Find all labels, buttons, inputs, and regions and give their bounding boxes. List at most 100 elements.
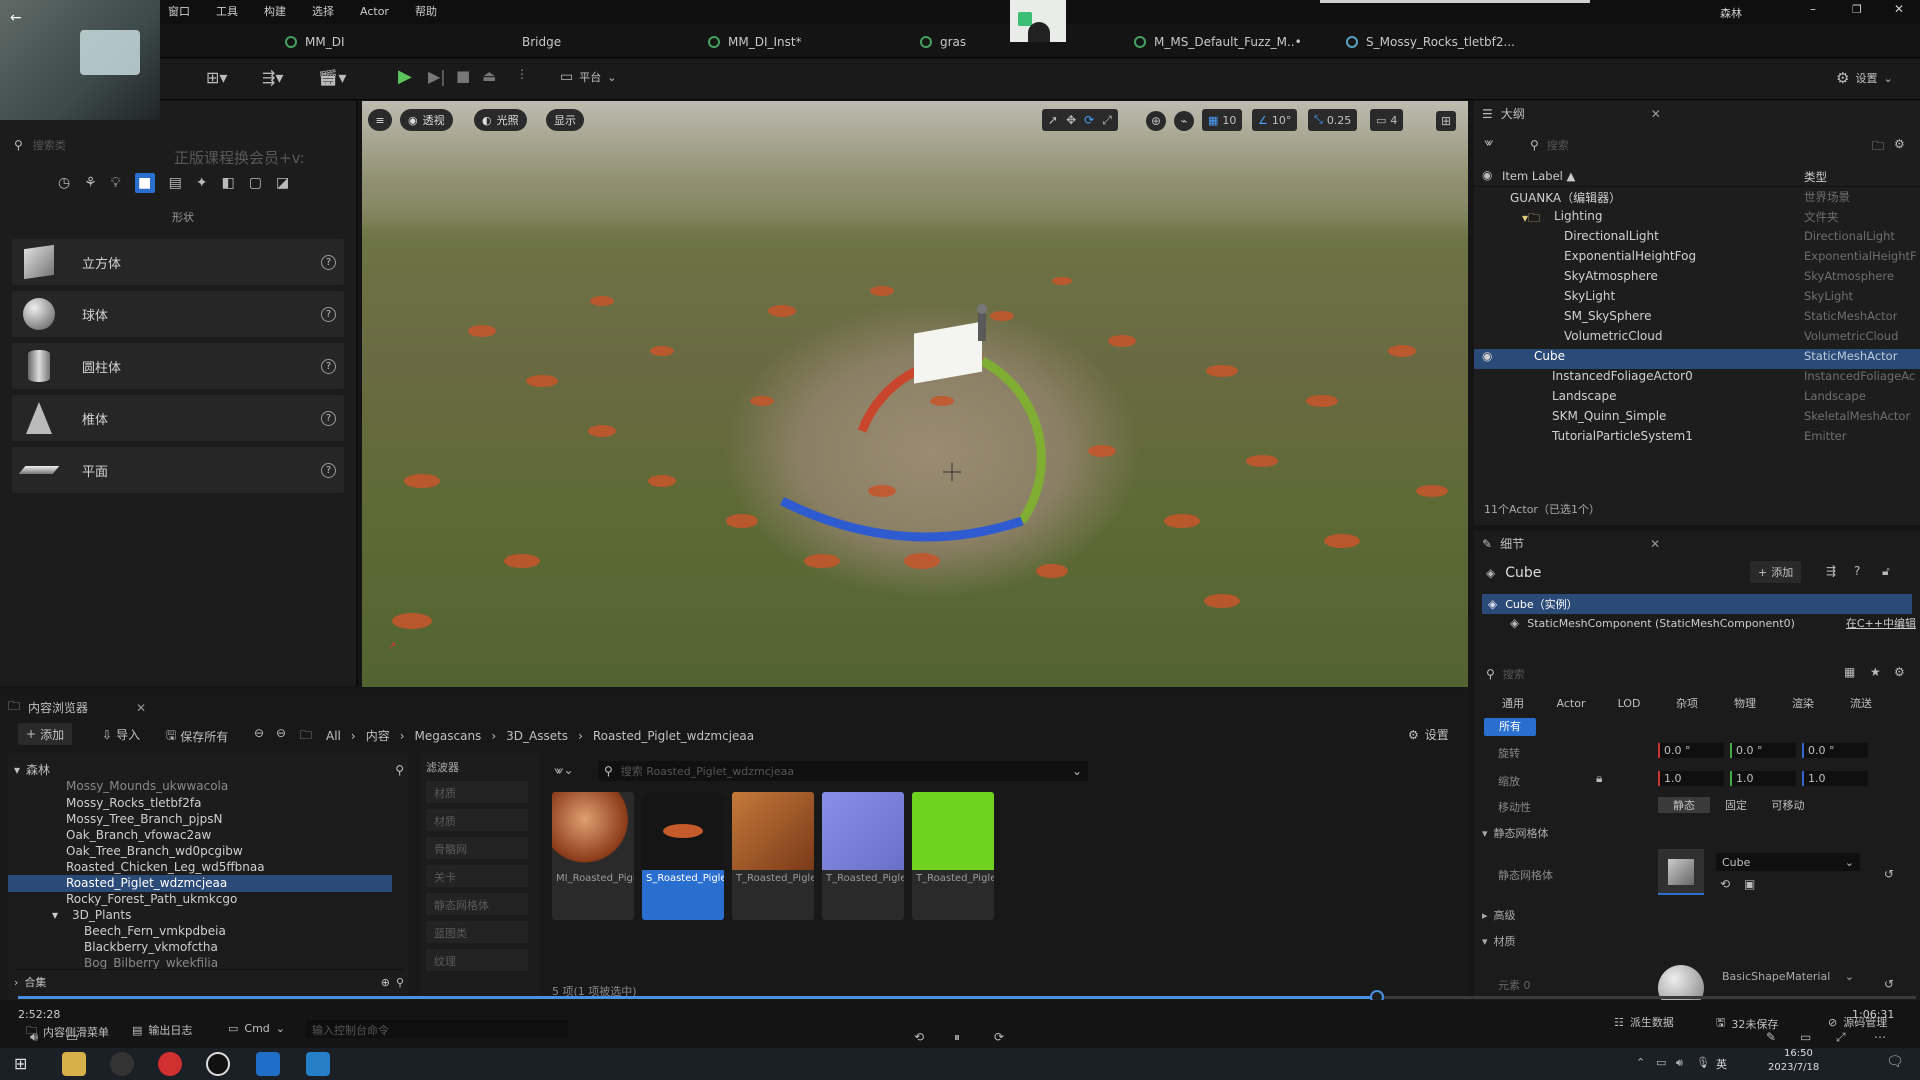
breadcrumb-item[interactable]: All [326, 729, 341, 743]
help-icon[interactable]: ? [321, 462, 336, 478]
scale-z[interactable]: 1.0 [1802, 771, 1868, 786]
tab-rendering[interactable]: 渲染 [1774, 695, 1832, 711]
new-folder-icon[interactable]: 🗀︎ [1872, 137, 1884, 158]
asset-tile[interactable]: T_Roasted_Piglet_wdzmcjeaa_... [822, 792, 904, 920]
rotation-y[interactable]: 0.0 ° [1730, 743, 1796, 758]
app-icon[interactable] [110, 1052, 134, 1076]
netease-music-icon[interactable] [158, 1052, 182, 1076]
menu-window[interactable]: 窗口 [168, 3, 190, 19]
shape-cube[interactable]: 立方体? [12, 239, 344, 285]
perspective-button[interactable]: ◉ 透视 [400, 109, 453, 131]
tab-lod[interactable]: LOD [1600, 697, 1658, 710]
help-icon[interactable]: ? [321, 358, 336, 374]
cb-settings-button[interactable]: ⚙ 设置 [1408, 726, 1449, 743]
details-tab[interactable]: ✎ 细节 ✕ [1482, 535, 1660, 552]
rewind-icon[interactable]: ⟲ [914, 1030, 924, 1044]
breadcrumb-item[interactable]: 内容 [366, 727, 390, 744]
breadcrumb-item[interactable]: Roasted_Piglet_wdzmcjeaa [593, 729, 754, 743]
outliner-row[interactable]: DirectionalLight DirectionalLight [1474, 229, 1920, 249]
edit-cpp-link[interactable]: 在C++中编辑 [1846, 615, 1916, 631]
details-search[interactable]: ⚲ 搜索 [1486, 665, 1836, 683]
geometry-icon[interactable]: ◧ [222, 175, 235, 191]
tab-streaming[interactable]: 流送 [1832, 695, 1890, 711]
fullscreen-icon[interactable]: ⤢ [1836, 1030, 1846, 1045]
scale-label[interactable]: 缩放 [1498, 773, 1520, 789]
table-icon[interactable]: ▦ [1844, 665, 1855, 679]
menu-actor[interactable]: Actor [360, 5, 389, 18]
tab-mossy-rocks[interactable]: S_Mossy_Rocks_tletbf2... [1346, 30, 1515, 54]
shape-sphere[interactable]: 球体? [12, 291, 344, 337]
lights-icon[interactable]: 💡︎ [111, 175, 121, 191]
more-icon[interactable]: ⋮ [516, 67, 528, 81]
reset-icon[interactable]: ↺ [1884, 867, 1894, 881]
scale-x[interactable]: 1.0 [1658, 771, 1724, 786]
pen-icon[interactable]: ✎ [1766, 1030, 1776, 1044]
tree-root[interactable]: ▾ 森林 ⚲ [14, 761, 404, 778]
filter-item[interactable]: 静态网格体 [426, 893, 528, 915]
volume-icon[interactable]: 🔊︎ [1676, 1056, 1683, 1070]
filter-item[interactable]: 纹理 [426, 949, 528, 971]
outliner-row[interactable]: GUANKA（编辑器） 世界场景 [1474, 189, 1920, 209]
close-icon[interactable]: ✕ [136, 701, 146, 715]
breadcrumb-item[interactable]: 3D_Assets [506, 729, 568, 743]
play-icon[interactable]: ▶ [398, 66, 412, 87]
unreal-engine-icon[interactable] [206, 1052, 230, 1076]
eye-icon[interactable]: ◉ [1482, 168, 1492, 182]
tab-all[interactable]: 所有 [1484, 718, 1536, 736]
close-icon[interactable]: ✕ [1651, 107, 1661, 121]
effects-icon[interactable]: ✦ [196, 175, 208, 191]
section-advanced[interactable]: ▸ 高级 [1482, 907, 1912, 923]
platform-dropdown[interactable]: ▭ 平台 ⌄ [560, 69, 616, 85]
outliner-row[interactable]: TutorialParticleSystem1 Emitter [1474, 429, 1920, 449]
asset-tile[interactable]: T_Roasted_Piglet_wdzmcjeaa_... [912, 792, 994, 920]
notification-icon[interactable]: 🗨︎ [1886, 1054, 1904, 1070]
help-icon[interactable]: ? [321, 410, 336, 426]
cinematic-icon[interactable]: ▤ [169, 175, 182, 191]
file-explorer-icon[interactable] [62, 1052, 86, 1076]
save-all-button[interactable]: 🖫︎ 保存所有 [166, 726, 228, 747]
search-icon[interactable]: ⚲ [395, 763, 404, 777]
asset-tile-selected[interactable]: S_Roasted_Piglet_wdzmcjeaa_... [642, 792, 724, 920]
filter-icon[interactable]: ⩖⌄ [554, 763, 574, 778]
outliner-row[interactable]: SKM_Quinn_Simple SkeletalMeshActor [1474, 409, 1920, 429]
menu-help[interactable]: 帮助 [415, 3, 437, 19]
tab-bridge[interactable]: Bridge [522, 30, 561, 54]
add-collection-icon[interactable]: ⊕ [381, 976, 390, 989]
rotation-z[interactable]: 0.0 ° [1802, 743, 1868, 758]
outliner-row-selected[interactable]: ◉ Cube StaticMeshActor [1474, 349, 1920, 369]
basic-icon[interactable]: ⚘ [84, 175, 97, 191]
tree-item[interactable]: Bog_Bilberry_wkekfilia [84, 956, 218, 970]
mobility-movable[interactable]: 可移动 [1762, 797, 1814, 813]
filter-item[interactable]: 材质 [426, 809, 528, 831]
source-control-button[interactable]: ⊘ 源码管理 [1828, 1014, 1887, 1030]
blueprint-icon[interactable]: ⇶ [1826, 564, 1836, 578]
outliner-row[interactable]: ▾🗀︎ Lighting 文件夹 [1474, 209, 1920, 229]
asset-tile[interactable]: T_Roasted_Piglet_wdzmcjeaa_... [732, 792, 814, 920]
move-icon[interactable]: ✥ [1066, 113, 1076, 127]
back-icon[interactable]: ← [10, 10, 22, 26]
help-icon[interactable]: ? [321, 254, 336, 270]
rotation-snap[interactable]: ∠ 10° [1252, 109, 1298, 131]
step-icon[interactable]: ▶| [428, 67, 446, 86]
all-classes-icon[interactable]: ◪ [276, 175, 289, 191]
grid-snap[interactable]: ▦ 10 [1202, 109, 1243, 131]
gear-icon[interactable]: ⚙ [1894, 665, 1905, 679]
mobility-stationary[interactable]: 固定 [1710, 797, 1762, 813]
filter-item[interactable]: 蓝图类 [426, 921, 528, 943]
output-log-button[interactable]: ▤ 输出日志 [132, 1022, 192, 1038]
browse-icon[interactable]: ⟲ [1720, 877, 1730, 891]
breadcrumb-item[interactable]: Megascans [415, 729, 482, 743]
derived-data-button[interactable]: ☷ 派生数据 [1614, 1014, 1674, 1030]
outliner-row[interactable]: ExponentialHeightFog ExponentialHeightF [1474, 249, 1920, 269]
outliner-row[interactable]: SkyLight SkyLight [1474, 289, 1920, 309]
content-browser-tab[interactable]: 🗀︎ 内容浏览器 ✕ [8, 697, 146, 718]
pause-icon[interactable]: ⏸ [954, 1030, 960, 1045]
tab-mm-di[interactable]: MM_DI [285, 30, 345, 54]
add-actor-icon[interactable]: ⊞▾ [206, 68, 227, 87]
console-input[interactable]: 输入控制台命令 [306, 1020, 568, 1038]
maximize-icon[interactable]: ❐ [1852, 3, 1862, 16]
photoshop-icon[interactable] [256, 1052, 280, 1076]
tree-item[interactable]: Mossy_Tree_Branch_pjpsN [66, 812, 222, 826]
tree-item-selected[interactable]: Roasted_Piglet_wdzmcjeaa [66, 876, 227, 890]
filter-item[interactable]: 关卡 [426, 865, 528, 887]
